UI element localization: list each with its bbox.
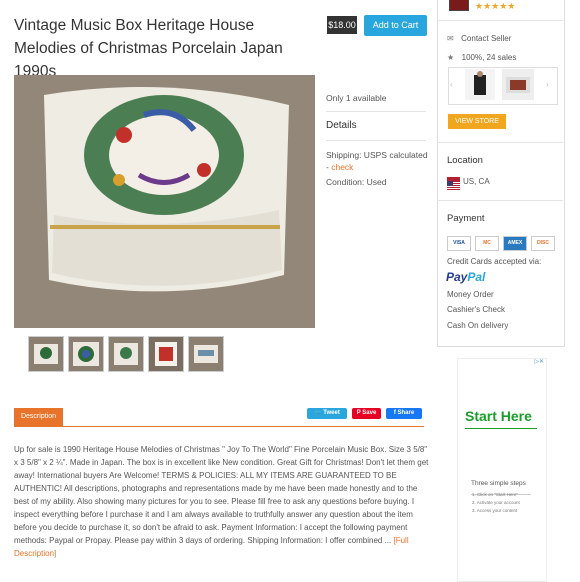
visa-icon: VISA: [447, 236, 471, 251]
tweet-button[interactable]: 🐦 Tweet: [307, 408, 347, 419]
pinterest-save-button[interactable]: P Save: [352, 408, 381, 419]
thumbnail-4[interactable]: [148, 336, 184, 372]
ad-headline[interactable]: Start Here: [465, 408, 532, 424]
divider: [437, 142, 563, 143]
description-text: Up for sale is 1990 Heritage House Melod…: [14, 445, 429, 545]
payment-heading: Payment: [447, 213, 485, 224]
add-to-cart-button[interactable]: Add to Cart: [364, 15, 427, 36]
thumbnail-2[interactable]: [68, 336, 104, 372]
thumbnail-1[interactable]: [28, 336, 64, 372]
shipping-check-link[interactable]: check: [331, 162, 353, 172]
save-label: Save: [362, 410, 377, 416]
contact-seller-row[interactable]: ✉ Contact Seller: [447, 28, 511, 46]
shipping-info: Shipping: USPS calculated - check: [326, 149, 431, 173]
location-heading: Location: [447, 155, 483, 166]
thumbnail-5[interactable]: [188, 336, 224, 372]
payment-method: Cashier's Check: [447, 305, 505, 314]
ad-step: 1. Click on "Start Here": [472, 492, 518, 497]
us-flag-icon: [447, 177, 460, 190]
divider: [437, 200, 563, 201]
star-icon: ★: [447, 53, 455, 62]
divider: [437, 20, 563, 21]
divider: [326, 140, 426, 141]
paypal-logo: PayPal: [446, 270, 485, 284]
product-main-image[interactable]: [14, 75, 315, 328]
pinterest-icon: P: [356, 410, 361, 416]
seller-avatar[interactable]: [449, 0, 469, 11]
chevron-right-icon[interactable]: ›: [546, 80, 549, 89]
contact-seller-link[interactable]: Contact Seller: [461, 34, 511, 43]
ad-steps-title: Three simple steps: [471, 480, 526, 487]
amex-icon: AMEX: [503, 236, 527, 251]
store-item-thumbnail[interactable]: [502, 69, 534, 100]
share-label: Share: [397, 410, 415, 416]
mastercard-icon: MC: [475, 236, 499, 251]
seller-rating-stars: ★★★★★: [475, 1, 516, 11]
payment-method: Money Order: [447, 290, 494, 299]
paypal-logo-part-a: Pay: [446, 270, 468, 284]
listing-title: Vintage Music Box Heritage House Melodie…: [14, 17, 283, 80]
tweet-label: Tweet: [323, 410, 340, 416]
facebook-share-button[interactable]: f Share: [386, 408, 422, 419]
seller-stats: 100%, 24 sales: [461, 53, 517, 62]
description-body: Up for sale is 1990 Heritage House Melod…: [14, 443, 429, 560]
ad-underline: [465, 428, 537, 429]
facebook-icon: f: [393, 410, 396, 416]
view-store-button[interactable]: VIEW STORE: [448, 114, 506, 129]
discover-icon: DISC: [531, 236, 555, 251]
envelope-icon: ✉: [447, 34, 454, 43]
details-heading: Details: [326, 120, 357, 131]
tab-underline: [14, 426, 424, 427]
payment-method: Cash On delivery: [447, 321, 509, 330]
ad-close-icon[interactable]: ▷✕: [528, 358, 544, 366]
divider: [326, 111, 426, 112]
seller-stats-row: ★ 100%, 24 sales: [447, 47, 516, 65]
chevron-left-icon[interactable]: ‹: [450, 80, 453, 89]
paypal-logo-part-b: Pal: [467, 270, 486, 284]
availability-text: Only 1 available: [326, 93, 387, 103]
price-badge: $18.00: [327, 16, 357, 34]
twitter-icon: 🐦: [314, 410, 322, 416]
location-value: US, CA: [463, 177, 490, 186]
accepted-via-text: Credit Cards accepted via:: [447, 257, 542, 266]
ad-step: 3. Access your content: [472, 508, 518, 513]
condition-text: Condition: Used: [326, 177, 387, 187]
ad-step: 2. Activate your account: [472, 500, 520, 505]
store-item-thumbnail[interactable]: [465, 69, 495, 100]
thumbnail-3[interactable]: [108, 336, 144, 372]
advertisement[interactable]: [457, 358, 547, 582]
tab-description[interactable]: Description: [14, 408, 63, 426]
